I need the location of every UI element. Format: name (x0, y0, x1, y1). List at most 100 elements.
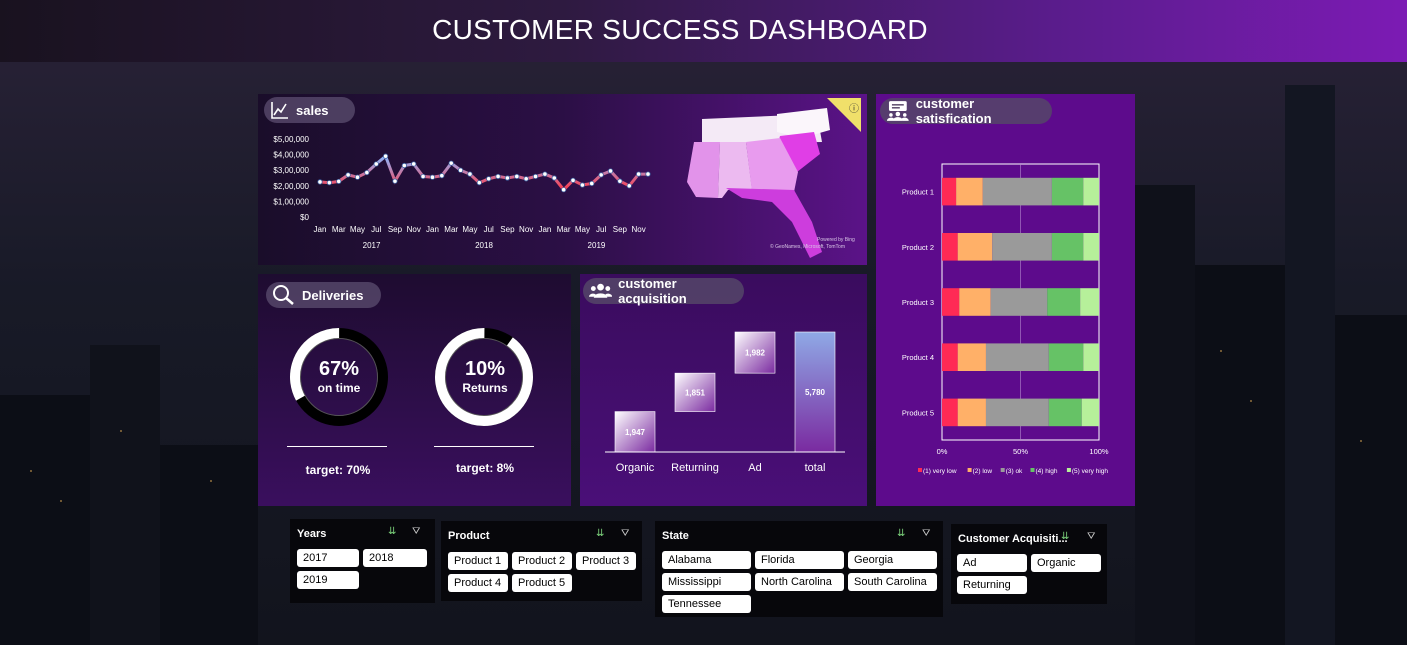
satisfaction-stacked-bar-chart: Product 1 Product 2 Product 3 Product 4 Prod… (902, 163, 1109, 475)
sales-point (457, 167, 464, 173)
sat-category-label: Product 2 (902, 243, 934, 252)
clear-filter-icon[interactable]: ⛛ (412, 526, 420, 537)
sat-segment (942, 398, 958, 427)
product-slicer-header: Product (448, 530, 490, 542)
survey-icon (886, 101, 909, 121)
sat-segment (982, 177, 1052, 206)
slicer-item[interactable]: South Carolina (848, 573, 937, 591)
multi-select-icon[interactable]: ⇊ (596, 528, 604, 539)
map-credit-bing: Powered by Bing (817, 237, 855, 243)
sat-legend-swatch (967, 468, 972, 472)
sat-segment (990, 288, 1048, 316)
slicer-item[interactable]: Tennessee (662, 595, 751, 613)
sales-y-tick: $1,00,000 (273, 197, 309, 206)
map-state-mississippi[interactable] (687, 142, 720, 198)
sales-point (383, 153, 389, 159)
years-slicer: Years ⇊ ⛛ 2017 2018 2019 (290, 519, 435, 603)
multi-select-icon[interactable]: ⇊ (897, 528, 905, 539)
sales-point (504, 175, 511, 181)
ontime-label: on time (317, 381, 361, 395)
title-bar: CUSTOMER SUCCESS DASHBOARD (0, 0, 1407, 62)
sales-point (336, 178, 342, 185)
sat-legend-swatch (1066, 468, 1071, 472)
search-icon (273, 285, 294, 305)
sales-y-tick: $5,00,000 (273, 135, 309, 144)
sales-point (345, 172, 351, 178)
slicer-item[interactable]: Product 1 (448, 552, 508, 570)
returns-text: 10% Returns (435, 358, 535, 395)
sat-segment (1051, 177, 1084, 206)
dashboard-title: CUSTOMER SUCCESS DASHBOARD (432, 14, 928, 45)
sat-category-label: Product 1 (902, 188, 934, 197)
slicer-item[interactable]: 2017 (297, 549, 359, 567)
sales-point (486, 176, 492, 182)
sales-x-tick: Nov (519, 225, 533, 234)
sat-segment (959, 288, 991, 316)
slicer-item[interactable]: 2019 (297, 571, 359, 589)
state-slicer-header: State (662, 530, 689, 542)
sat-x-tick: 0% (937, 447, 948, 456)
sat-segment (992, 233, 1052, 261)
returns-target-line (434, 446, 534, 447)
sales-point (579, 182, 585, 188)
acq-category-label: total (805, 462, 826, 474)
sales-point (561, 187, 567, 193)
sales-x-tick: Jan (538, 225, 551, 234)
acq-value-label: 5,780 (805, 388, 826, 397)
slicer-item[interactable]: Product 3 (576, 552, 636, 570)
slicer-item[interactable]: Alabama (662, 551, 751, 569)
sales-y-tick: $4,00,000 (273, 151, 309, 160)
slicer-item[interactable]: North Carolina (755, 573, 844, 591)
sales-point (373, 161, 379, 167)
slicer-item[interactable]: Organic (1031, 554, 1101, 572)
sat-segment (1048, 398, 1082, 427)
multi-select-icon[interactable]: ⇊ (388, 526, 396, 537)
sales-point (420, 173, 426, 180)
deliveries-header: Deliveries (266, 282, 381, 308)
acq-value-label: 1,947 (625, 428, 646, 437)
sales-point (392, 178, 398, 184)
ontime-value: 67% (318, 358, 360, 380)
sales-point (448, 160, 454, 166)
slicer-item[interactable]: 2018 (363, 549, 427, 567)
info-corner[interactable]: ⓘ (827, 98, 861, 132)
sales-point (326, 180, 332, 186)
sat-legend-label: (3) ok (1006, 468, 1023, 475)
slicer-item[interactable]: Georgia (848, 551, 937, 569)
returns-label: Returns (462, 381, 508, 395)
clear-filter-icon[interactable]: ⛛ (1087, 531, 1095, 542)
slicer-item[interactable]: Product 4 (448, 574, 508, 592)
sat-segment (1083, 177, 1099, 206)
slicer-item[interactable]: Product 5 (512, 574, 572, 592)
slicer-item[interactable]: Mississippi (662, 573, 751, 591)
info-icon[interactable]: ⓘ (849, 100, 859, 115)
sales-x-tick: Sep (388, 225, 403, 234)
sales-x-tick: Sep (613, 225, 628, 234)
line-chart-icon (271, 102, 288, 119)
clear-filter-icon[interactable]: ⛛ (922, 528, 930, 539)
sales-x-tick: Nov (407, 225, 421, 234)
returns-target: target: 8% (455, 461, 514, 475)
sales-point (514, 173, 520, 180)
sat-segment (1081, 398, 1099, 427)
acq-category-label: Ad (748, 462, 761, 474)
sat-category-label: Product 4 (902, 353, 934, 362)
slicer-item[interactable]: Florida (755, 551, 844, 569)
sales-point (570, 177, 576, 183)
acq-category-label: Organic (616, 462, 655, 474)
clear-filter-icon[interactable]: ⛛ (621, 528, 629, 539)
sales-point (411, 161, 417, 167)
sales-point (645, 171, 651, 177)
slicer-item[interactable]: Ad (957, 554, 1027, 572)
sales-x-tick: May (575, 225, 590, 234)
multi-select-icon[interactable]: ⇊ (1061, 531, 1069, 542)
sales-title: sales (296, 102, 329, 118)
sat-x-tick: 50% (1013, 447, 1028, 456)
slicer-item[interactable]: Returning (957, 576, 1027, 594)
sat-segment (1083, 233, 1099, 261)
slicer-item[interactable]: Product 2 (512, 552, 572, 570)
sales-line-chart: $5,00,000 $4,00,000 $3,00,000 $2,00,000 $1,0… (273, 135, 651, 250)
ontime-target: target: 70% (305, 463, 371, 477)
state-slicer: State ⇊ ⛛ Alabama Florida Georgia Missis… (655, 521, 943, 617)
sales-point (617, 178, 623, 184)
